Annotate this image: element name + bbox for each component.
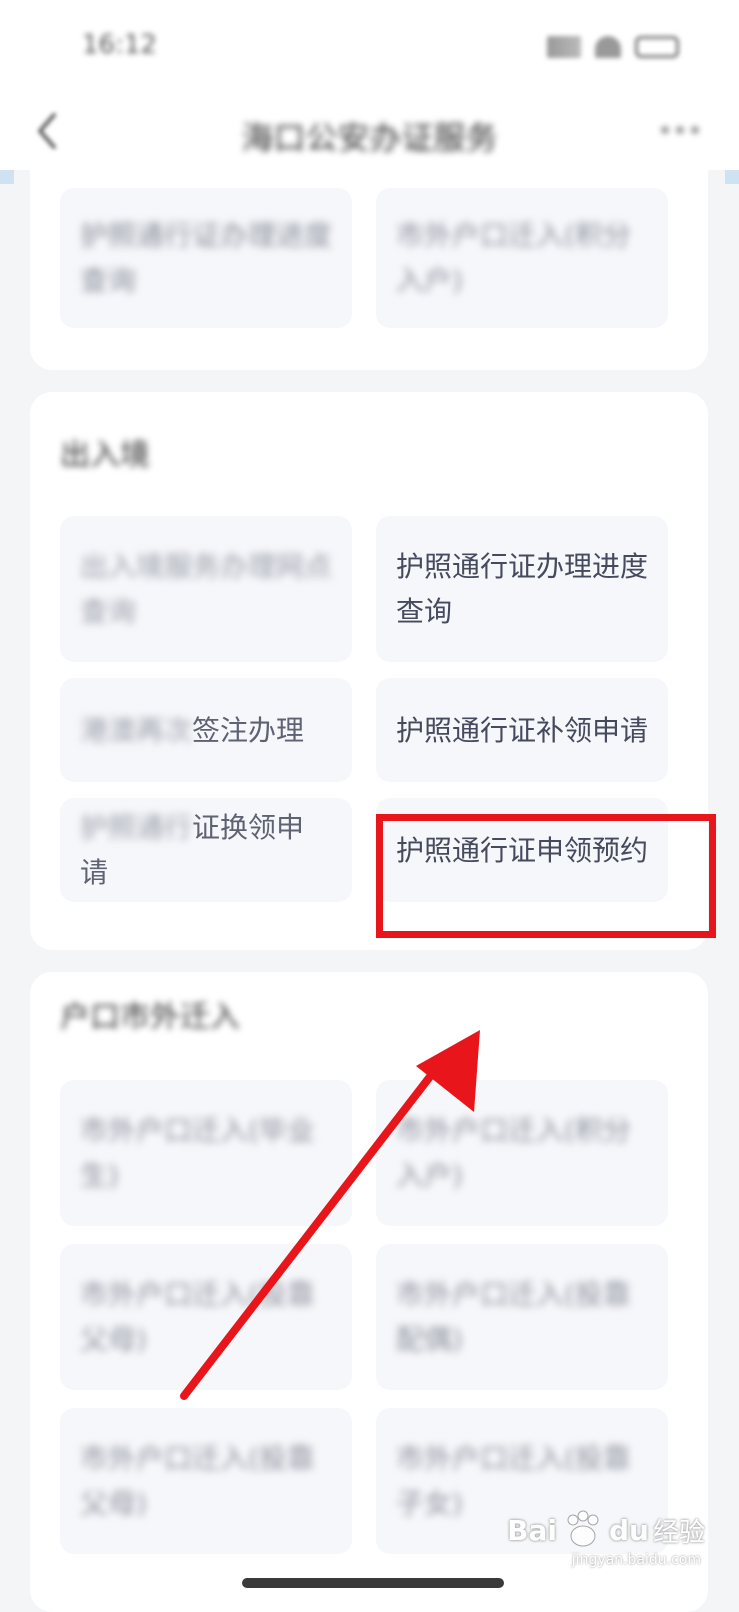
- corner-tint-right: [725, 170, 739, 184]
- page-title: 海口公安办证服务: [241, 119, 498, 157]
- service-card-top: 护照通行证办理进度查询 市外户口迁入(积分入户): [30, 170, 708, 370]
- service-tile-label-blurred: 港澳再次: [80, 713, 193, 747]
- highlight-box: [376, 814, 716, 938]
- corner-tint-left: [0, 170, 14, 184]
- service-tile[interactable]: 市外户口迁入(积分入户): [376, 188, 668, 328]
- service-tile[interactable]: 市外户口迁入(投靠父母): [60, 1408, 352, 1554]
- paw-icon: [567, 1510, 599, 1547]
- status-icons: [547, 36, 679, 58]
- signal-icon: [547, 36, 581, 58]
- service-tile[interactable]: 市外户口迁入(积分入户): [376, 1080, 668, 1226]
- service-tile-label: 护照通行证补领申请: [396, 713, 649, 747]
- section-title: 出入境: [60, 438, 150, 473]
- service-tile-label: 市外户口迁入(积分入户): [396, 1114, 631, 1192]
- service-tile-label: 签注办理: [192, 713, 305, 747]
- service-tile-label: 市外户口迁入(投靠父母): [80, 1278, 315, 1356]
- wifi-icon: [595, 36, 621, 58]
- service-tile-endorsement[interactable]: 港澳再次签注办理: [60, 678, 352, 782]
- service-tile-reissue[interactable]: 护照通行证补领申请: [376, 678, 668, 782]
- more-icon[interactable]: [655, 115, 705, 145]
- service-tile-label: 护照通行证办理进度查询: [396, 550, 649, 628]
- service-tile-renewal[interactable]: 护照通行证换领申请: [60, 798, 352, 902]
- service-tile-label: 市外户口迁入(投靠父母): [80, 1442, 315, 1520]
- service-tile-label: 市外户口迁入(投靠配偶): [396, 1278, 631, 1356]
- watermark-brand-du: du: [609, 1513, 649, 1547]
- service-tile-label-blurred: 护照通行: [80, 811, 193, 844]
- service-tile-label: 市外户口迁入(毕业生): [80, 1114, 315, 1192]
- service-tile[interactable]: 护照通行证办理进度查询: [60, 188, 352, 328]
- service-tile-progress-query[interactable]: 护照通行证办理进度查询: [376, 516, 668, 662]
- service-tile[interactable]: 市外户口迁入(投靠配偶): [376, 1244, 668, 1390]
- status-time: 16:12: [82, 30, 157, 60]
- battery-icon: [635, 36, 679, 58]
- watermark-brand: Bai: [507, 1513, 557, 1547]
- service-tile-label: 市外户口迁入(积分入户): [396, 219, 631, 297]
- nav-bar: 海口公安办证服务: [0, 95, 739, 170]
- service-tile[interactable]: 市外户口迁入(毕业生): [60, 1080, 352, 1226]
- section-title: 户口市外迁入: [60, 1000, 240, 1035]
- baidu-watermark: Bai du 经验: [507, 1508, 705, 1552]
- service-tile-label: 出入境服务办理网点查询: [80, 550, 333, 628]
- watermark-suffix: 经验: [652, 1517, 705, 1548]
- service-tile-label: 护照通行证办理进度查询: [80, 219, 333, 297]
- watermark-url: jingyan.baidu.com: [571, 1552, 701, 1568]
- service-tile[interactable]: 出入境服务办理网点查询: [60, 516, 352, 662]
- service-tile[interactable]: 市外户口迁入(投靠父母): [60, 1244, 352, 1390]
- home-indicator: [242, 1578, 504, 1588]
- status-bar: 16:12: [0, 0, 739, 95]
